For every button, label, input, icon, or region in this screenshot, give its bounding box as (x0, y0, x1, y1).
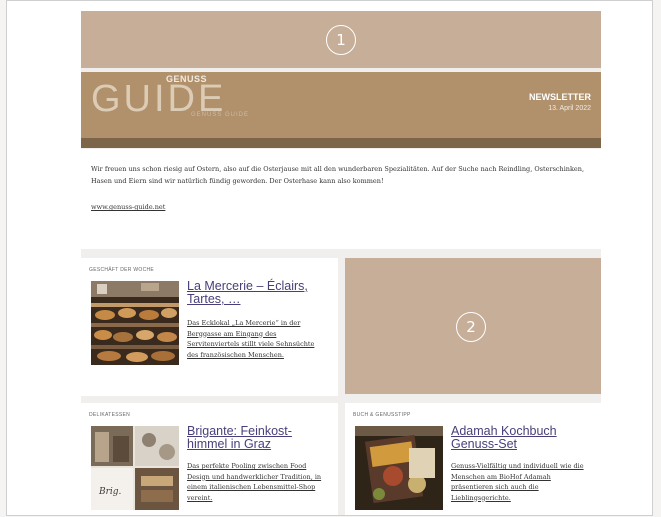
deli-collage-image[interactable]: Brig. (91, 426, 179, 510)
card-category: DELIKATESSEN (89, 412, 131, 418)
card-title-link[interactable]: Adamah Kochbuch Genuss-Set (451, 425, 591, 451)
newsletter: 1 GUIDE GENUSS GENUSS GUIDE NEWSLETTER 1… (81, 11, 601, 515)
card-title-link[interactable]: La Mercerie – Éclairs, Tartes, … (187, 280, 327, 306)
website-link[interactable]: www.genuss-guide.net (91, 201, 591, 213)
card-description-link[interactable]: Genuss-Vielfältig und individuell wie di… (451, 461, 591, 503)
card-description-link[interactable]: Das perfekte Pooling zwischen Food Desig… (187, 461, 327, 503)
svg-text:Brig.: Brig. (98, 487, 122, 497)
card-category: BUCH & GENUSSTIPP (353, 412, 411, 418)
card-title-link[interactable]: Brigante: Feinkost-himmel in Graz (187, 425, 327, 451)
logo-tagline-bottom: GENUSS GUIDE (191, 112, 250, 118)
intro-text: Wir freuen uns schon riesig auf Ostern, … (91, 165, 585, 185)
email-preview-frame: 1 GUIDE GENUSS GENUSS GUIDE NEWSLETTER 1… (6, 0, 653, 516)
logo-tagline-top: GENUSS (166, 74, 208, 84)
newsletter-title: NEWSLETTER (529, 92, 591, 102)
card-description-link[interactable]: Das Ecklokal „La Mercerie“ in der Bergga… (187, 318, 327, 360)
card-book-tip: BUCH & GENUSSTIPP Adamah Kochbuch Genuss… (345, 403, 601, 515)
header-stripe (81, 138, 601, 148)
ad-placeholder-2: 2 (345, 258, 601, 394)
newsletter-header: GUIDE GENUSS GENUSS GUIDE NEWSLETTER 13.… (81, 72, 601, 148)
banner-placeholder-1: 1 (81, 11, 601, 68)
pastry-display-image[interactable] (91, 281, 179, 365)
cookbook-set-image[interactable] (355, 426, 443, 510)
placeholder-number-badge: 1 (326, 25, 356, 55)
card-shop-of-week: GESCHÄFT DER WOCHE La Mercerie – Éclairs… (81, 258, 338, 396)
placeholder-number-badge: 2 (456, 312, 486, 342)
intro-section: Wir freuen uns schon riesig auf Ostern, … (81, 149, 601, 249)
card-delicatessen: DELIKATESSEN Brig. Brigante: Feinkost-hi… (81, 403, 338, 515)
newsletter-date: 13. April 2022 (548, 105, 591, 112)
card-category: GESCHÄFT DER WOCHE (89, 267, 155, 273)
